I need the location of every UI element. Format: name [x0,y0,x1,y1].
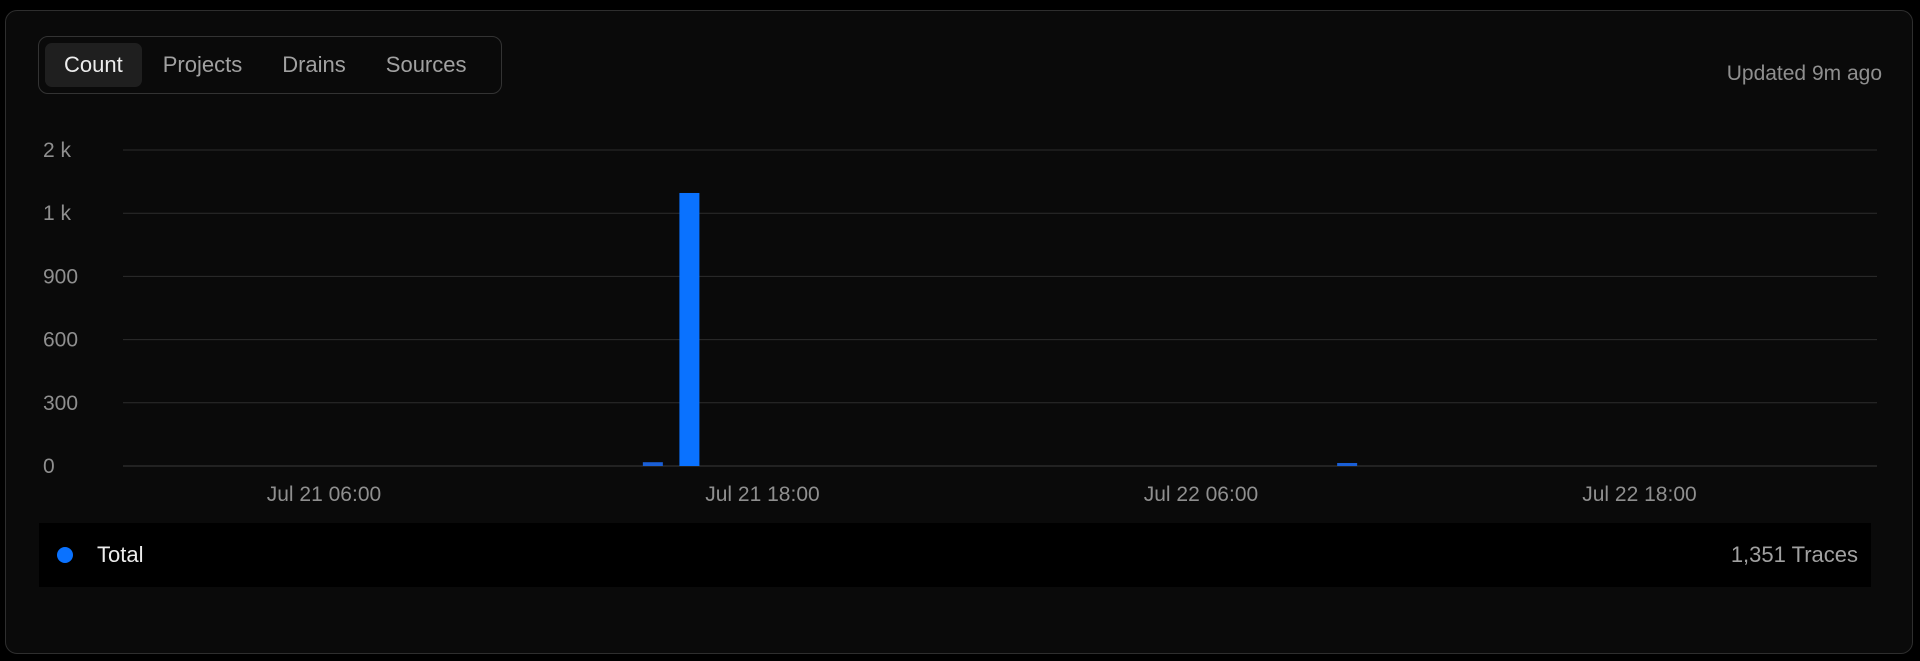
legend-row: Total 1,351 Traces [39,523,1871,587]
x-tick-label: Jul 22 06:00 [1144,483,1258,506]
legend-value: 1,351 Traces [1730,542,1858,567]
y-tick-label: 2 k [43,139,72,162]
y-tick-label: 1 k [43,202,72,225]
legend-label: Total [97,542,144,567]
bar [642,462,663,466]
legend-dot-icon [57,547,73,563]
x-tick-label: Jul 22 18:00 [1582,483,1696,506]
bar [1337,463,1358,466]
bar [679,192,700,466]
x-tick-label: Jul 21 18:00 [705,483,819,506]
y-tick-label: 900 [43,265,78,288]
y-tick-label: 0 [43,455,55,478]
y-tick-label: 300 [43,392,78,415]
x-tick-label: Jul 21 06:00 [267,483,381,506]
y-tick-label: 600 [43,329,78,352]
